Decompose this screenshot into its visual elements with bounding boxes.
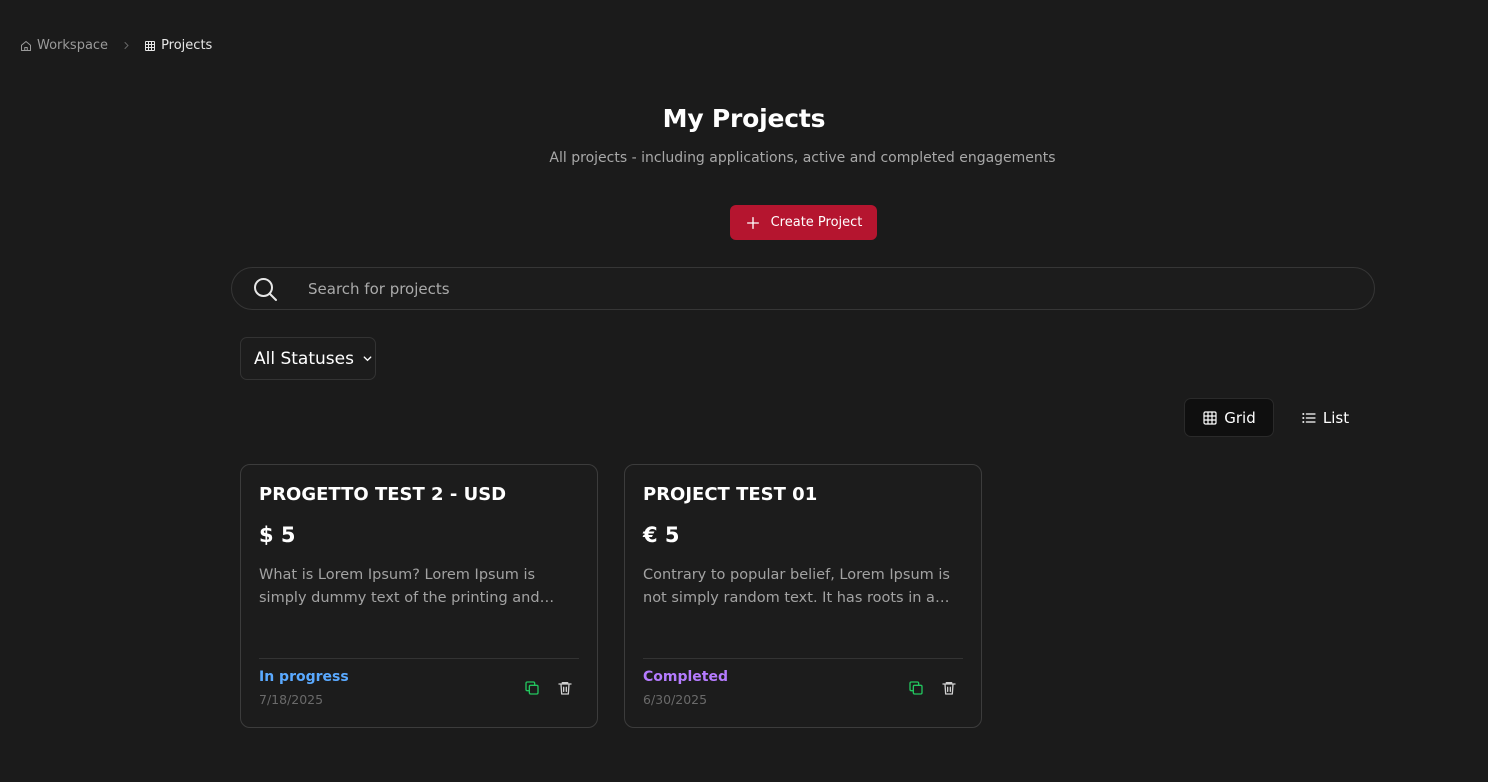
card-divider [643, 658, 963, 659]
project-card[interactable]: PROGETTO TEST 2 - USD $ 5 What is Lorem … [240, 464, 598, 728]
delete-button[interactable] [556, 679, 574, 697]
breadcrumb-label-projects: Projects [161, 38, 213, 53]
status-filter-value: All Statuses [254, 348, 354, 369]
status-badge: In progress [259, 669, 349, 685]
create-project-button[interactable]: Create Project [730, 205, 877, 240]
search-bar [231, 267, 1375, 310]
view-list-label: List [1322, 408, 1350, 427]
project-title: PROJECT TEST 01 [643, 484, 818, 505]
card-divider [259, 658, 579, 659]
page-subtitle: All projects - including applications, a… [549, 150, 1056, 166]
project-description: What is Lorem Ipsum? Lorem Ipsum is simp… [259, 567, 540, 606]
project-date: 7/18/2025 [259, 692, 324, 707]
delete-button[interactable] [940, 679, 958, 697]
duplicate-button[interactable] [907, 679, 925, 697]
breadcrumb-label-workspace: Workspace [37, 38, 109, 53]
view-list-button[interactable]: List [1290, 398, 1360, 437]
status-filter-select[interactable]: All Statuses [240, 337, 376, 380]
chevron-down-icon [363, 356, 372, 362]
project-description: Contrary to popular belief, Lorem Ipsum … [643, 567, 950, 606]
copy-icon [909, 681, 923, 695]
create-project-label: Create Project [770, 215, 863, 230]
view-grid-button[interactable]: Grid [1184, 398, 1274, 437]
page-title: My Projects [662, 104, 826, 133]
trash-icon [942, 682, 956, 695]
copy-icon [525, 681, 539, 695]
project-title: PROGETTO TEST 2 - USD [259, 484, 507, 505]
breadcrumb-item-workspace[interactable]: Workspace [20, 38, 108, 53]
duplicate-button[interactable] [523, 679, 541, 697]
project-card[interactable]: PROJECT TEST 01 € 5 Contrary to popular … [624, 464, 982, 728]
view-grid-label: Grid [1224, 408, 1256, 427]
trash-icon [558, 682, 572, 695]
breadcrumb: Workspace Projects [20, 38, 212, 53]
home-icon [21, 40, 31, 51]
search-input[interactable] [308, 268, 1348, 309]
plus-icon [746, 216, 759, 229]
project-price: $ 5 [259, 523, 296, 547]
grid-icon [145, 40, 156, 51]
grid-icon [1203, 410, 1217, 425]
project-date: 6/30/2025 [643, 692, 708, 707]
chevron-right-icon [122, 41, 131, 50]
search-icon [254, 278, 277, 301]
project-price: € 5 [643, 523, 680, 547]
status-badge: Completed [643, 669, 729, 685]
list-icon [1302, 412, 1316, 423]
breadcrumb-item-projects[interactable]: Projects [144, 38, 212, 53]
